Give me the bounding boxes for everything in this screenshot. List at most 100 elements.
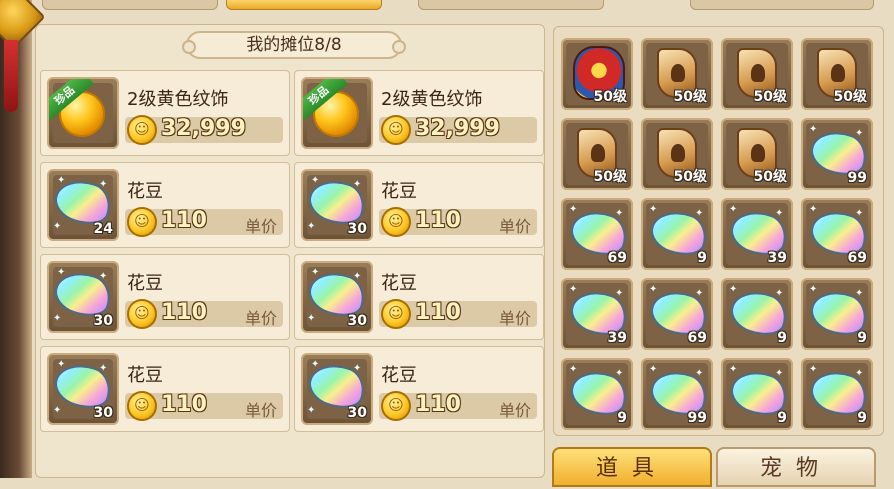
coin-icon: ☺ [381,207,411,237]
item-frame[interactable]: ✦ ✦ ✦ 30 [301,169,373,241]
top-tab-1[interactable] [42,0,218,10]
coin-icon: ☺ [127,207,157,237]
item-frame[interactable]: 珍品 [47,77,119,149]
top-tab-3[interactable] [418,0,604,10]
inventory-slot[interactable]: ✦ ✦ 9 [801,278,873,350]
sparkle-icon: ✦ [775,368,784,379]
item-quantity: 69 [607,250,627,266]
sparkle-icon: ✦ [729,284,738,295]
coin-icon: ☺ [381,115,411,145]
inventory-slot[interactable]: ✦ ✦ 39 [721,198,793,270]
coin-icon: ☺ [127,115,157,145]
item-quantity: 39 [607,330,627,346]
item-quantity: 69 [847,250,867,266]
tassel-ornament-icon [4,40,18,112]
unit-price-label: 单价 [244,309,277,328]
inventory-slot[interactable]: ✦ ✦ 9 [641,198,713,270]
item-frame[interactable]: ✦ ✦ ✦ 30 [301,353,373,425]
stall-slot[interactable]: 珍品 2级黄色纹饰 ☺ 32,999 [40,70,290,156]
item-name: 花豆 [127,365,163,386]
item-price: 110 [161,392,207,417]
sparkle-icon: ✦ [649,284,658,295]
inventory-slot[interactable]: 50级 [641,38,713,110]
sparkle-icon: ✦ [855,368,864,379]
item-quantity: 69 [687,330,707,346]
item-quantity: 50级 [673,89,707,105]
item-quantity: 50级 [593,169,627,185]
item-quantity: 24 [93,221,113,237]
sparkle-icon: ✦ [307,313,316,324]
sparkle-icon: ✦ [649,204,658,215]
item-quantity: 9 [857,410,867,426]
sparkle-icon: ✦ [695,368,704,379]
unit-price-label: 单价 [244,217,277,236]
tab-items[interactable]: 道具 [552,447,712,487]
inventory-slot[interactable]: ✦ ✦ 99 [641,358,713,430]
item-quantity: 99 [847,170,867,186]
sparkle-icon: ✦ [615,208,624,219]
unit-price-label: 单价 [498,217,531,236]
stall-slot[interactable]: 珍品 2级黄色纹饰 ☺ 32,999 [294,70,544,156]
item-price: 110 [415,392,461,417]
top-tab-4[interactable] [690,0,874,10]
item-frame[interactable]: 珍品 [301,77,373,149]
item-quantity: 9 [857,330,867,346]
unit-price-label: 单价 [498,309,531,328]
inventory-slot[interactable]: ✦ ✦ 9 [721,278,793,350]
inventory-slot[interactable]: ✦ ✦ 9 [561,358,633,430]
inventory-slot[interactable]: ✦ ✦ 99 [801,118,873,190]
tab-pets[interactable]: 宠物 [716,447,876,487]
stall-slot[interactable]: ✦ ✦ ✦ 24 花豆 ☺ 110 单价 [40,162,290,248]
sparkle-icon: ✦ [855,208,864,219]
item-frame[interactable]: ✦ ✦ ✦ 30 [47,261,119,333]
item-price: 32,999 [161,116,246,141]
inventory-slot[interactable]: ✦ ✦ 9 [721,358,793,430]
item-frame[interactable]: ✦ ✦ ✦ 30 [301,261,373,333]
item-quantity: 50级 [753,169,787,185]
stall-slot[interactable]: ✦ ✦ ✦ 30 花豆 ☺ 110 单价 [40,254,290,340]
sparkle-icon: ✦ [311,175,320,186]
sparkle-icon: ✦ [53,405,62,416]
stall-slot[interactable]: ✦ ✦ ✦ 30 花豆 ☺ 110 单价 [294,346,544,432]
sparkle-icon: ✦ [53,313,62,324]
inventory-slot[interactable]: 50级 [641,118,713,190]
inventory-slot[interactable]: 50级 [721,118,793,190]
item-quantity: 30 [347,405,367,421]
sparkle-icon: ✦ [353,363,362,374]
item-name: 花豆 [127,273,163,294]
stall-slot[interactable]: ✦ ✦ ✦ 30 花豆 ☺ 110 单价 [40,346,290,432]
item-name: 花豆 [381,273,417,294]
stall-slot[interactable]: ✦ ✦ ✦ 30 花豆 ☺ 110 单价 [294,254,544,340]
inventory-slot[interactable]: 50级 [561,118,633,190]
inventory-slot[interactable]: 50级 [721,38,793,110]
item-price: 110 [161,300,207,325]
item-price: 110 [161,208,207,233]
sparkle-icon: ✦ [809,284,818,295]
inventory-slot[interactable]: 50级 [561,38,633,110]
sparkle-icon: ✦ [311,267,320,278]
sparkle-icon: ✦ [99,271,108,282]
item-price: 110 [415,300,461,325]
inventory-slot[interactable]: ✦ ✦ 69 [641,278,713,350]
item-frame[interactable]: ✦ ✦ ✦ 30 [47,353,119,425]
inventory-slot[interactable]: 50级 [801,38,873,110]
sparkle-icon: ✦ [855,288,864,299]
sparkle-icon: ✦ [57,175,66,186]
sparkle-icon: ✦ [649,364,658,375]
item-quantity: 39 [767,250,787,266]
sparkle-icon: ✦ [809,364,818,375]
sparkle-icon: ✦ [729,204,738,215]
inventory-slot[interactable]: ✦ ✦ 69 [801,198,873,270]
inventory-slot[interactable]: ✦ ✦ 9 [801,358,873,430]
sparkle-icon: ✦ [729,364,738,375]
inventory-slot[interactable]: ✦ ✦ 69 [561,198,633,270]
sparkle-icon: ✦ [99,179,108,190]
item-name: 2级黄色纹饰 [381,89,483,110]
stall-slot[interactable]: ✦ ✦ ✦ 30 花豆 ☺ 110 单价 [294,162,544,248]
inventory-slot[interactable]: ✦ ✦ 39 [561,278,633,350]
top-tab-2-active[interactable] [226,0,382,10]
item-quantity: 9 [777,410,787,426]
item-frame[interactable]: ✦ ✦ ✦ 24 [47,169,119,241]
sparkle-icon: ✦ [615,288,624,299]
item-price: 32,999 [415,116,500,141]
